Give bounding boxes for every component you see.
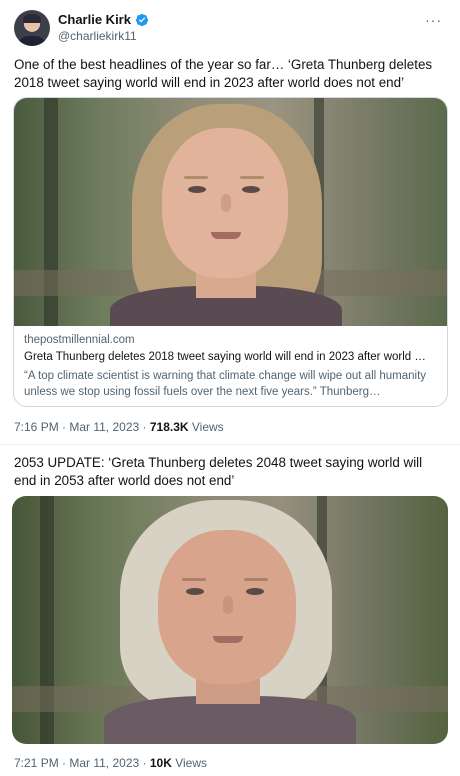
timestamp[interactable]: 7:21 PM · Mar 11, 2023 · xyxy=(14,756,150,770)
tweet-text: 2053 UPDATE: ‘Greta Thunberg deletes 204… xyxy=(14,455,423,488)
link-card[interactable]: thepostmillennial.com Greta Thunberg del… xyxy=(13,97,448,407)
tweet-meta: 7:21 PM · Mar 11, 2023 · 10K Views xyxy=(14,756,207,770)
timestamp[interactable]: 7:16 PM · Mar 11, 2023 · xyxy=(14,420,150,434)
tweet-header: Charlie Kirk @charliekirk11 ··· xyxy=(14,10,446,46)
tweet-1[interactable]: Charlie Kirk @charliekirk11 ··· One of t… xyxy=(0,0,460,444)
card-image[interactable] xyxy=(14,98,447,326)
views-label: Views xyxy=(188,420,224,434)
tweet-text: One of the best headlines of the year so… xyxy=(14,57,433,90)
verified-badge-icon xyxy=(135,13,149,26)
card-description: “A top climate scientist is warning that… xyxy=(24,370,427,398)
author-name[interactable]: Charlie Kirk xyxy=(58,12,131,27)
author-name-row[interactable]: Charlie Kirk xyxy=(58,12,149,27)
views-count[interactable]: 718.3K xyxy=(150,420,189,434)
card-domain: thepostmillennial.com xyxy=(24,334,135,346)
tweet-2[interactable]: 2053 UPDATE: ‘Greta Thunberg deletes 204… xyxy=(0,444,460,776)
card-body[interactable]: thepostmillennial.com Greta Thunberg del… xyxy=(24,334,438,400)
views-count[interactable]: 10K xyxy=(150,756,172,770)
card-title: Greta Thunberg deletes 2018 tweet saying… xyxy=(24,351,426,363)
tweet-image[interactable] xyxy=(12,496,448,744)
author-handle[interactable]: @charliekirk11 xyxy=(58,29,137,43)
views-label: Views xyxy=(171,756,207,770)
tweet-meta: 7:16 PM · Mar 11, 2023 · 718.3K Views xyxy=(14,420,224,434)
more-horizontal-icon[interactable]: ··· xyxy=(425,12,442,28)
avatar[interactable] xyxy=(14,10,50,46)
